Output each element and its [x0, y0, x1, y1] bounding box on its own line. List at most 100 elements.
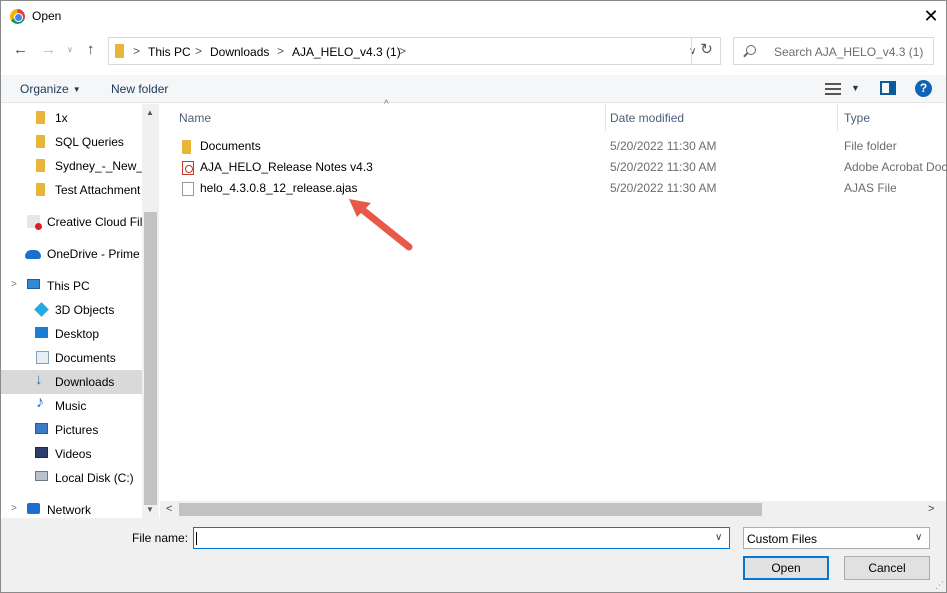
nav-item-downloads[interactable]: ↓ Downloads: [1, 370, 142, 394]
dialog-title: Open: [32, 9, 62, 23]
search-input[interactable]: Search AJA_HELO_v4.3 (1): [733, 37, 934, 65]
local-disk-icon: [35, 471, 48, 481]
open-button[interactable]: Open: [743, 556, 829, 580]
pictures-icon: [35, 423, 48, 434]
scrollbar-thumb[interactable]: [144, 212, 157, 505]
music-icon: ♪: [36, 394, 44, 411]
nav-item-label: Videos: [55, 447, 92, 461]
file-row-ajas-file[interactable]: helo_4.3.0.8_12_release.ajas 5/20/2022 1…: [160, 178, 946, 199]
title-bar: Open ✕: [1, 1, 946, 32]
open-file-dialog: Open ✕ ← → ∨ ↑ > This PC > Downloads > A…: [0, 0, 947, 593]
file-name-label: File name:: [132, 531, 189, 545]
file-type-select[interactable]: Custom Files ∨: [743, 527, 930, 549]
up-arrow-icon[interactable]: ↑: [87, 41, 95, 58]
3d-objects-icon: [34, 302, 49, 317]
nav-item-documents[interactable]: Documents: [1, 346, 142, 370]
nav-item-label: Local Disk (C:): [55, 471, 134, 485]
preview-pane-icon[interactable]: [880, 81, 896, 95]
nav-item-pictures[interactable]: Pictures: [1, 418, 142, 442]
pdf-icon: [182, 161, 194, 175]
scroll-left-icon[interactable]: <: [166, 503, 172, 515]
file-row-release-notes[interactable]: AJA_HELO_Release Notes v4.3 5/20/2022 11…: [160, 157, 947, 178]
computer-icon: [27, 279, 40, 289]
scrollbar-thumb[interactable]: [179, 503, 762, 516]
folder-icon: [36, 135, 45, 148]
nav-item-label: Desktop: [55, 327, 100, 341]
nav-item-label: SQL Queries: [55, 135, 124, 149]
breadcrumb-this-pc[interactable]: This PC: [148, 45, 191, 59]
scroll-up-icon[interactable]: ▲: [146, 108, 154, 117]
chevron-down-icon[interactable]: ∨: [715, 532, 722, 543]
new-folder-button[interactable]: New folder: [111, 82, 168, 96]
desktop-icon: [35, 327, 48, 338]
bottom-panel: File name: ∨ Custom Files ∨ Open Cancel …: [1, 518, 946, 592]
nav-item-1x[interactable]: 1x: [1, 106, 142, 130]
onedrive-icon: [25, 250, 41, 259]
folder-icon: [36, 183, 45, 196]
chrome-icon: [10, 9, 25, 24]
refresh-icon[interactable]: ↻: [691, 37, 721, 65]
nav-item-this-pc[interactable]: > This PC: [1, 274, 142, 298]
file-type: File folder: [844, 139, 897, 153]
expand-chevron-icon[interactable]: >: [11, 503, 17, 514]
nav-item-onedrive[interactable]: OneDrive - Prime: [1, 242, 142, 266]
nav-item-test-attachment[interactable]: Test Attachment: [1, 178, 142, 202]
nav-item-label: This PC: [47, 279, 90, 293]
creative-cloud-icon: [27, 215, 42, 230]
recent-locations-chevron-icon[interactable]: ∨: [67, 45, 73, 54]
breadcrumb-separator[interactable]: >: [133, 44, 140, 58]
view-options-caret-icon[interactable]: ▼: [851, 83, 860, 93]
nav-item-videos[interactable]: Videos: [1, 442, 142, 466]
caret-down-icon: ▼: [72, 85, 81, 94]
cancel-button[interactable]: Cancel: [844, 556, 930, 580]
back-arrow-icon[interactable]: ←: [13, 41, 28, 58]
nav-item-sql-queries[interactable]: SQL Queries: [1, 130, 142, 154]
view-options-icon[interactable]: [825, 83, 841, 95]
nav-item-label: Sydney_-_New_E: [55, 159, 142, 173]
column-header-date-modified[interactable]: Date modified: [610, 111, 684, 125]
downloads-icon: ↓: [35, 371, 43, 388]
file-name-input[interactable]: ∨: [193, 527, 730, 549]
breadcrumb-separator[interactable]: >: [277, 44, 284, 58]
column-divider[interactable]: [605, 104, 606, 131]
breadcrumb-current-folder[interactable]: AJA_HELO_v4.3 (1): [292, 45, 401, 59]
search-icon: [746, 45, 756, 55]
nav-item-label: 3D Objects: [55, 303, 115, 317]
expand-chevron-icon[interactable]: >: [11, 279, 17, 290]
breadcrumb-downloads[interactable]: Downloads: [210, 45, 269, 59]
file-row-documents[interactable]: Documents 5/20/2022 11:30 AM File folder: [160, 136, 946, 157]
column-divider[interactable]: [837, 104, 838, 131]
nav-item-creative-cloud[interactable]: Creative Cloud Fil: [1, 210, 142, 234]
help-icon[interactable]: ?: [915, 80, 932, 97]
breadcrumb-separator[interactable]: >: [195, 44, 202, 58]
nav-item-music[interactable]: ♪ Music: [1, 394, 142, 418]
navigation-scrollbar[interactable]: ▲ ▼: [142, 104, 159, 518]
resize-grip-icon[interactable]: ⋰: [935, 580, 944, 591]
nav-item-label: Test Attachment: [55, 183, 141, 197]
nav-item-desktop[interactable]: Desktop: [1, 322, 142, 346]
close-icon[interactable]: ✕: [921, 7, 941, 27]
column-header-type[interactable]: Type: [844, 111, 870, 125]
nav-item-3d-objects[interactable]: 3D Objects: [1, 298, 142, 322]
file-date: 5/20/2022 11:30 AM: [610, 139, 717, 153]
organize-button[interactable]: Organize ▼: [20, 82, 81, 96]
breadcrumb-separator[interactable]: >: [399, 44, 406, 58]
horizontal-scrollbar[interactable]: < >: [160, 501, 946, 518]
chevron-down-icon[interactable]: ∨: [915, 532, 922, 543]
nav-item-label: Network: [47, 503, 92, 517]
scroll-right-icon[interactable]: >: [928, 503, 934, 515]
column-header-name[interactable]: Name: [179, 111, 211, 125]
forward-arrow-icon[interactable]: →: [41, 41, 56, 58]
nav-item-label: Documents: [55, 351, 116, 365]
annotation-arrow-icon: [349, 199, 413, 251]
folder-icon: [182, 140, 191, 154]
scroll-down-icon[interactable]: ▼: [146, 505, 154, 514]
nav-item-label: 1x: [55, 111, 68, 125]
network-icon: [27, 503, 40, 514]
nav-item-local-disk[interactable]: Local Disk (C:): [1, 466, 142, 490]
navigation-pane: 1x SQL Queries Sydney_-_New_E Test Attac…: [1, 104, 159, 518]
nav-item-sydney[interactable]: Sydney_-_New_E: [1, 154, 142, 178]
address-bar[interactable]: > This PC > Downloads > AJA_HELO_v4.3 (1…: [108, 37, 721, 65]
videos-icon: [35, 447, 48, 458]
command-toolbar: Organize ▼ New folder ▼ ?: [1, 75, 946, 103]
